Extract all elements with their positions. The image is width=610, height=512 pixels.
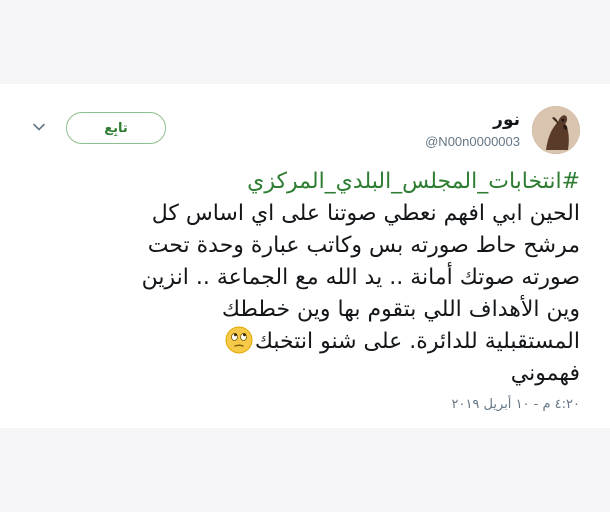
author-handle[interactable]: @N00n0000003: [425, 134, 520, 149]
tweet-line: المستقبلية للدائرة. على شنو انتخبك: [254, 329, 580, 354]
tweet-line: وين الأهداف اللي بتقوم بها وين خططك: [221, 297, 580, 322]
author-name[interactable]: نور: [493, 110, 520, 130]
tweet-card: نور @N00n0000003 تابِع #انتخابات_المجلس_…: [0, 84, 610, 428]
follow-button[interactable]: تابِع: [66, 112, 166, 144]
tweet-line: صورته صوتك أمانة .. يد الله مع الجماعة .…: [141, 265, 580, 290]
tweet-line: فهموني: [510, 361, 580, 386]
tweet-line: مرشح حاط صورته بس وكاتب عبارة وحدة تحت: [147, 233, 580, 258]
horse-avatar-icon[interactable]: [532, 106, 580, 154]
tweet-line: الحين ابي افهم نعطي صوتنا على اي اساس كل: [151, 201, 580, 226]
tweet-text: #انتخابات_المجلس_البلدي_المركزي الحين اب…: [42, 166, 580, 390]
chevron-down-icon[interactable]: [32, 120, 46, 134]
rolling-eyes-emoji-icon: [225, 326, 253, 354]
hashtag-link[interactable]: #انتخابات_المجلس_البلدي_المركزي: [42, 166, 580, 198]
tweet-timestamp[interactable]: ٤:٢٠ م - ١٠ أبريل ٢٠١٩: [451, 397, 580, 412]
tweet-line-with-emoji: المستقبلية للدائرة. على شنو انتخبك: [42, 326, 580, 358]
